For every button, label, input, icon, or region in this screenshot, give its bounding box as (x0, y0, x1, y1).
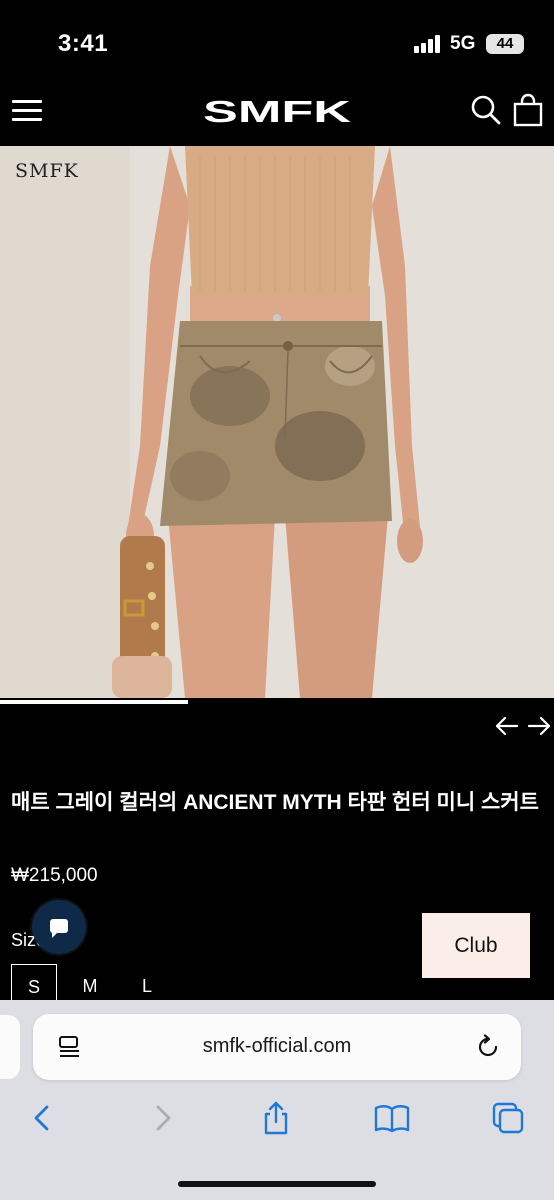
bookmarks-icon[interactable] (374, 1100, 410, 1136)
tabs-icon[interactable] (490, 1100, 526, 1136)
home-indicator (178, 1181, 376, 1187)
reload-icon[interactable] (475, 1034, 501, 1060)
browser-toolbar: smfk-official.com (0, 1000, 554, 1200)
url-text: smfk-official.com (202, 1035, 352, 1057)
arrow-right-icon[interactable] (526, 713, 552, 739)
forward-icon[interactable] (144, 1100, 180, 1136)
address-bar[interactable]: smfk-official.com (33, 1014, 521, 1080)
hamburger-menu-icon[interactable] (12, 98, 42, 122)
page-menu-icon[interactable] (57, 1034, 83, 1060)
share-icon[interactable] (258, 1100, 294, 1136)
site-header: SMFK (0, 80, 554, 146)
brand-logo[interactable]: SMFK (202, 95, 352, 125)
image-watermark: SMFK (15, 160, 79, 182)
product-photo-illustration (0, 146, 554, 698)
status-time: 3:41 (58, 30, 109, 57)
carousel-progress-indicator (0, 700, 189, 704)
battery-icon: 44 (486, 34, 524, 54)
product-title: 매트 그레이 컬러의 ANCIENT MYTH 타판 헌터 미니 스커트 (11, 791, 539, 814)
svg-text:SMFK: SMFK (203, 95, 352, 125)
product-image[interactable]: SMFK (0, 146, 554, 698)
back-icon[interactable] (25, 1100, 61, 1136)
chat-icon (50, 919, 68, 938)
shopping-bag-icon[interactable] (512, 93, 544, 127)
chat-button[interactable] (32, 900, 86, 954)
network-type: 5G (450, 33, 476, 54)
previous-tab-peek[interactable] (0, 1015, 20, 1079)
product-price: ₩215,000 (11, 865, 98, 886)
cellular-signal-icon (414, 35, 442, 53)
arrow-left-icon[interactable] (494, 713, 520, 739)
search-icon[interactable] (470, 94, 502, 126)
status-bar: 3:41 5G 44 (0, 0, 554, 80)
club-button[interactable]: Club (422, 913, 530, 978)
